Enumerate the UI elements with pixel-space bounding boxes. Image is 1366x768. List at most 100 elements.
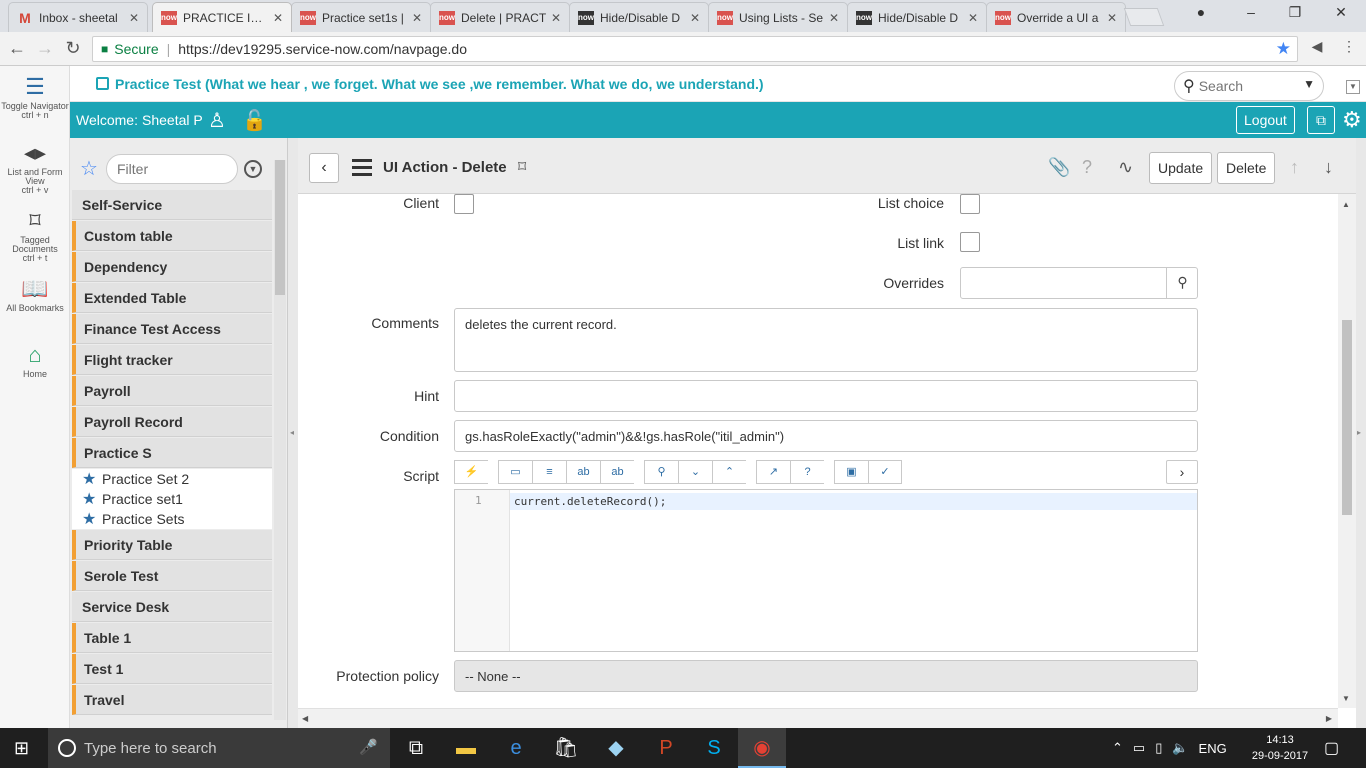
popout-icon[interactable]: ⧉: [1307, 106, 1335, 134]
restore-icon[interactable]: ❐: [1280, 4, 1310, 21]
filter-input[interactable]: [106, 154, 238, 184]
new-tab-button[interactable]: [1123, 8, 1165, 26]
forward-arrow-icon[interactable]: →: [34, 38, 56, 59]
gear-icon[interactable]: ⚙: [1342, 107, 1362, 133]
context-menu-icon[interactable]: [352, 159, 372, 180]
format-icon[interactable]: ≡: [532, 460, 566, 484]
replace-icon[interactable]: ab: [566, 460, 600, 484]
chevron-up-icon[interactable]: ⌃: [1112, 740, 1123, 756]
nav-favorite-item[interactable]: ★ Practice set1: [72, 489, 272, 509]
browser-tab[interactable]: M Inbox - sheetal ✕: [8, 2, 148, 32]
url-field[interactable]: ■ Secure | https://dev19295.service-now.…: [92, 36, 1298, 62]
delete-button[interactable]: Delete: [1217, 152, 1276, 184]
next-record-icon[interactable]: ↓: [1324, 157, 1333, 178]
user-name[interactable]: Sheetal P: [142, 112, 203, 128]
minimize-icon[interactable]: –: [1236, 4, 1266, 20]
nav-module[interactable]: Serole Test: [72, 561, 272, 591]
activity-icon[interactable]: ∿: [1118, 157, 1133, 178]
collapse-icon[interactable]: ▼: [1346, 80, 1360, 94]
nav-module[interactable]: Extended Table: [72, 283, 272, 313]
task-view-icon[interactable]: ⧉: [392, 728, 440, 768]
skype-icon[interactable]: S: [690, 728, 738, 768]
save-icon[interactable]: ▣: [834, 460, 868, 484]
close-icon[interactable]: ✕: [968, 11, 978, 25]
right-splitter[interactable]: ▸: [1356, 138, 1366, 728]
browser-tab[interactable]: now Override a UI a ✕: [986, 2, 1126, 32]
microphone-icon[interactable]: 🎤: [359, 738, 378, 756]
close-icon[interactable]: ✕: [412, 11, 422, 25]
favorites-star-icon[interactable]: ☆: [80, 156, 98, 181]
nav-module[interactable]: Payroll: [72, 376, 272, 406]
help-icon[interactable]: ?: [790, 460, 824, 484]
search-icon[interactable]: ⚲: [1166, 267, 1198, 299]
nav-module[interactable]: Test 1: [72, 654, 272, 684]
replace-all-icon[interactable]: ab: [600, 460, 634, 484]
scroll-left-icon[interactable]: ◀: [302, 714, 308, 723]
extension-icon[interactable]: ◀: [1306, 38, 1328, 55]
close-icon[interactable]: ✕: [690, 11, 700, 25]
nav-module[interactable]: Self-Service: [72, 190, 272, 220]
navigator-scrollbar[interactable]: [274, 160, 286, 720]
debug-icon[interactable]: ✓: [868, 460, 902, 484]
all-bookmarks[interactable]: 📖 All Bookmarks: [0, 276, 70, 313]
toggle-navigator[interactable]: ☰ Toggle Navigator ctrl + n: [0, 74, 70, 120]
language-indicator[interactable]: ENG: [1199, 741, 1227, 756]
search-icon[interactable]: ⚲: [644, 460, 678, 484]
comment-icon[interactable]: ▭: [498, 460, 532, 484]
code-line[interactable]: current.deleteRecord();: [510, 493, 1197, 510]
nav-favorite-item[interactable]: ★ Practice Sets: [72, 509, 272, 529]
list-choice-checkbox[interactable]: [960, 194, 980, 214]
nav-module[interactable]: Practice S: [72, 438, 272, 468]
browser-tab[interactable]: now Practice set1s | ✕: [291, 2, 431, 32]
nav-module[interactable]: Flight tracker: [72, 345, 272, 375]
nav-module[interactable]: Custom table: [72, 221, 272, 251]
nav-module[interactable]: Dependency: [72, 252, 272, 282]
browser-tab[interactable]: now Hide/Disable D ✕: [569, 2, 709, 32]
close-window-icon[interactable]: ✕: [1326, 4, 1356, 21]
app-icon[interactable]: ◆: [592, 728, 640, 768]
protection-policy-select[interactable]: -- None --: [454, 660, 1198, 692]
battery-icon[interactable]: ▯: [1155, 740, 1162, 756]
browser-tab[interactable]: now Using Lists - Se ✕: [708, 2, 848, 32]
lock-icon[interactable]: 🔓: [242, 108, 267, 133]
fullscreen-icon[interactable]: ↗: [756, 460, 790, 484]
chevron-right-icon[interactable]: ›: [1166, 460, 1198, 484]
scroll-down-icon[interactable]: ▼: [1342, 694, 1350, 703]
global-search-input[interactable]: [1198, 78, 1289, 94]
help-icon[interactable]: ?: [1082, 157, 1092, 178]
nav-module[interactable]: Finance Test Access: [72, 314, 272, 344]
browser-tab-active[interactable]: now PRACTICE INST ✕: [152, 2, 292, 32]
browser-tab[interactable]: now Hide/Disable D ✕: [847, 2, 987, 32]
user-icon[interactable]: ♙: [208, 108, 226, 133]
chrome-icon[interactable]: ◉: [738, 728, 786, 768]
toggle-syntax-icon[interactable]: ⚡: [454, 460, 488, 484]
expand-arrow-icon[interactable]: ▸: [1357, 428, 1361, 437]
taskbar-search[interactable]: Type here to search 🎤: [48, 728, 390, 768]
close-icon[interactable]: ✕: [273, 11, 283, 25]
store-icon[interactable]: 🛍: [542, 728, 590, 768]
global-search[interactable]: ⚲ ▼: [1174, 71, 1324, 101]
chevron-up-icon[interactable]: ⌃: [712, 460, 746, 484]
home-nav[interactable]: ⌂ Home: [0, 342, 70, 379]
list-link-checkbox[interactable]: [960, 232, 980, 252]
condition-field[interactable]: gs.hasRoleExactly("admin")&&!gs.hasRole(…: [454, 420, 1198, 452]
browser-tab[interactable]: now Delete | PRACT ✕: [430, 2, 570, 32]
clock[interactable]: 14:13 29-09-2017: [1250, 732, 1310, 764]
script-editor[interactable]: 1 current.deleteRecord();: [454, 489, 1198, 652]
chevron-down-icon[interactable]: ▼: [1303, 77, 1315, 91]
form-scrollbar[interactable]: ▲ ▼: [1338, 194, 1356, 708]
update-button[interactable]: Update: [1149, 152, 1213, 184]
previous-record-icon[interactable]: ↑: [1290, 157, 1299, 178]
form-horizontal-scrollbar[interactable]: ◀ ▶: [298, 708, 1338, 728]
menu-dots-icon[interactable]: ⋮: [1338, 38, 1360, 55]
collapse-arrow-icon[interactable]: ◂: [290, 428, 294, 437]
tag-icon[interactable]: ⌑: [518, 157, 526, 177]
overrides-field[interactable]: [960, 267, 1198, 299]
back-button[interactable]: ‹: [309, 153, 339, 183]
client-checkbox[interactable]: [454, 194, 474, 214]
powerpoint-icon[interactable]: P: [642, 728, 690, 768]
close-icon[interactable]: ✕: [1107, 11, 1117, 25]
edge-icon[interactable]: e: [492, 728, 540, 768]
nav-module[interactable]: Travel: [72, 685, 272, 715]
hint-field[interactable]: [454, 380, 1198, 412]
